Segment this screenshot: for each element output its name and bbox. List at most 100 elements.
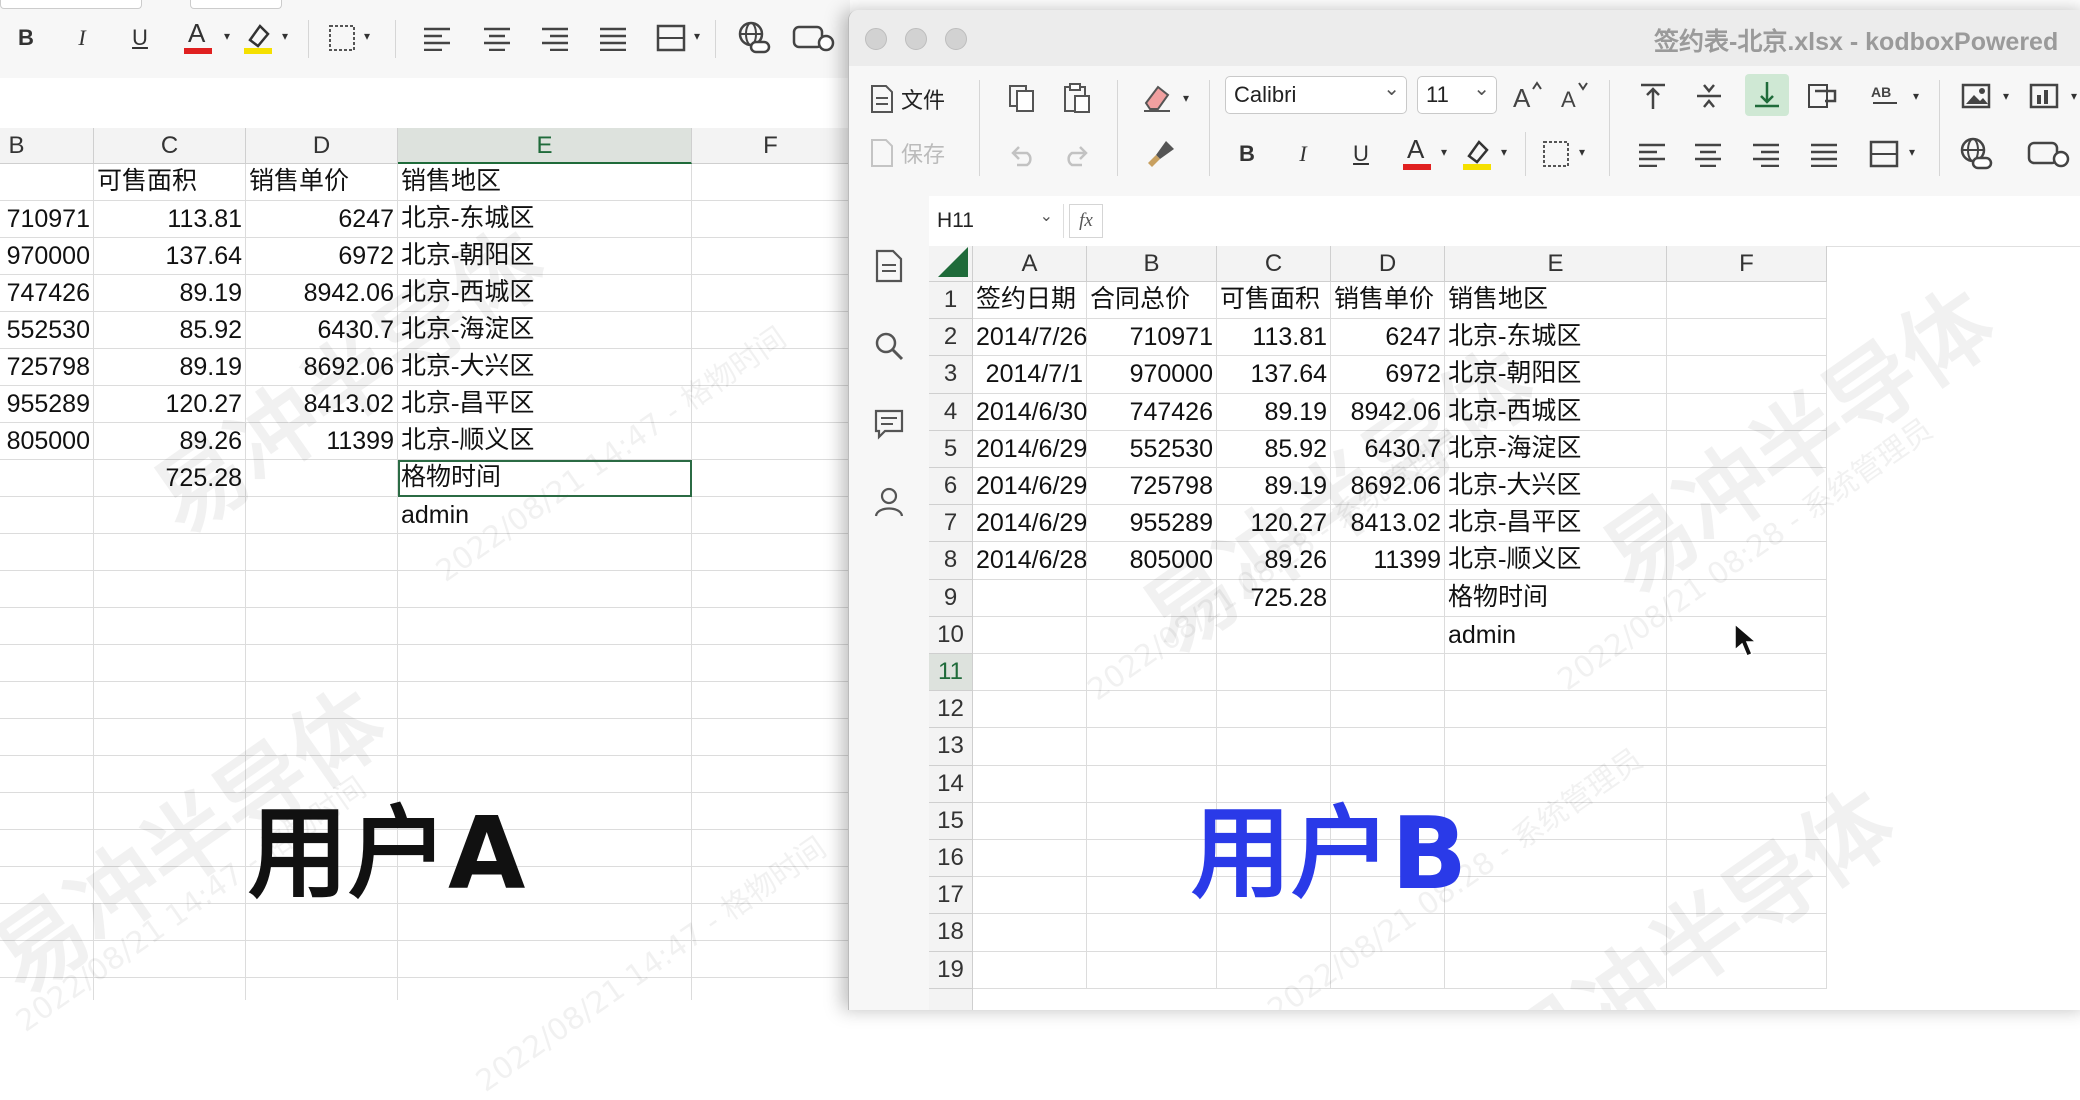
table-cell[interactable] [973,579,1087,617]
table-cell[interactable] [1087,728,1217,766]
table-cell[interactable]: 137.64 [94,238,246,275]
zoom-window-button[interactable] [945,28,967,50]
table-cell[interactable] [973,691,1087,729]
copy-button[interactable] [1004,80,1040,116]
column-header[interactable]: C [1217,246,1331,282]
table-cell[interactable] [94,682,246,719]
format-painter-button[interactable] [1141,134,1181,174]
table-cell[interactable] [94,793,246,830]
justify-button[interactable] [596,20,630,56]
row-header[interactable]: 8 [929,542,973,580]
text-direction-caret-icon[interactable]: ▾ [1909,86,1923,106]
sidebar-document-button[interactable] [869,246,909,286]
table-cell[interactable] [94,867,246,904]
table-cell[interactable] [1667,579,1827,617]
table-cell[interactable] [94,941,246,978]
column-header[interactable]: E [398,128,692,164]
table-cell[interactable] [1667,840,1827,878]
table-cell[interactable] [1667,728,1827,766]
table-cell[interactable] [692,497,850,534]
table-cell[interactable] [1667,319,1827,357]
table-cell[interactable]: 955289 [0,386,94,423]
table-cell[interactable]: 签约日期 [973,282,1087,320]
table-cell[interactable] [246,571,398,608]
borders-caret-icon[interactable]: ▾ [1575,142,1589,162]
minimize-window-button[interactable] [905,28,927,50]
table-cell[interactable] [398,571,692,608]
table-cell[interactable]: 北京-海淀区 [1445,430,1667,468]
table-cell[interactable]: 北京-东城区 [398,201,692,238]
table-cell[interactable]: 2014/7/1 [973,356,1087,394]
table-cell[interactable]: 可售面积 [94,164,246,201]
highlight-button[interactable] [1459,132,1495,172]
merge-cells-button[interactable] [1867,136,1901,172]
table-cell[interactable] [246,682,398,719]
sidebar-search-button[interactable] [869,326,909,366]
comment-shape-button[interactable] [2025,136,2075,172]
table-cell[interactable] [94,608,246,645]
merge-caret-icon[interactable]: ▾ [690,26,704,46]
table-cell[interactable] [692,608,850,645]
table-cell[interactable]: 北京-顺义区 [398,423,692,460]
table-cell[interactable] [1667,282,1827,320]
column-header[interactable]: F [1667,246,1827,282]
highlight-caret-icon[interactable]: ▾ [278,26,292,46]
row-header[interactable]: 16 [929,840,973,878]
table-cell[interactable] [1087,579,1217,617]
table-cell[interactable] [1445,691,1667,729]
table-cell[interactable] [1331,579,1445,617]
link-button[interactable] [735,18,775,58]
italic-button[interactable]: I [64,20,100,56]
table-cell[interactable]: 6430.7 [1331,430,1445,468]
table-cell[interactable] [1331,654,1445,692]
clear-caret-icon[interactable]: ▾ [1179,88,1193,108]
insert-chart-button[interactable] [2025,78,2065,114]
table-cell[interactable] [0,497,94,534]
table-cell[interactable]: 北京-朝阳区 [398,238,692,275]
table-cell[interactable]: 2014/6/29 [973,468,1087,506]
sidebar-comment-button[interactable] [869,404,909,444]
table-cell[interactable] [0,682,94,719]
table-cell[interactable] [1667,951,1827,989]
table-cell[interactable] [973,877,1087,915]
row-header[interactable]: 4 [929,393,973,431]
row-header[interactable] [929,988,973,1010]
table-cell[interactable] [692,571,850,608]
table-cell[interactable] [0,867,94,904]
table-cell[interactable]: 725798 [1087,468,1217,506]
table-cell[interactable]: 89.19 [1217,393,1331,431]
table-cell[interactable]: 113.81 [1217,319,1331,357]
table-cell[interactable] [692,460,850,497]
row-header[interactable]: 10 [929,616,973,654]
table-cell[interactable] [973,802,1087,840]
table-cell[interactable] [0,978,94,1000]
table-cell[interactable] [692,978,850,1000]
align-left-button[interactable] [420,20,454,56]
table-cell[interactable] [246,719,398,756]
table-cell[interactable] [246,941,398,978]
column-header[interactable]: E [1445,246,1667,282]
table-cell[interactable] [692,719,850,756]
align-top-button[interactable] [1635,78,1671,114]
table-cell[interactable] [692,793,850,830]
table-cell[interactable] [1667,468,1827,506]
table-cell[interactable] [973,914,1087,952]
table-cell[interactable]: admin [398,497,692,534]
underline-button[interactable]: U [122,20,158,56]
table-cell[interactable]: 北京-昌平区 [1445,505,1667,543]
table-cell[interactable] [1445,914,1667,952]
table-cell[interactable] [1217,616,1331,654]
select-all-corner[interactable] [929,246,973,282]
column-header[interactable]: B [1087,246,1217,282]
table-cell[interactable]: 2014/6/28 [973,542,1087,580]
table-cell[interactable]: 89.26 [94,423,246,460]
table-cell[interactable]: 805000 [0,423,94,460]
table-cell[interactable]: 格物时间 [398,460,692,497]
table-cell[interactable]: 710971 [1087,319,1217,357]
redo-button[interactable] [1059,136,1095,172]
table-cell[interactable]: 6430.7 [246,312,398,349]
sidebar-user-button[interactable] [869,482,909,522]
table-cell[interactable] [1445,765,1667,803]
table-cell[interactable] [1217,654,1331,692]
table-cell[interactable]: 8413.02 [246,386,398,423]
